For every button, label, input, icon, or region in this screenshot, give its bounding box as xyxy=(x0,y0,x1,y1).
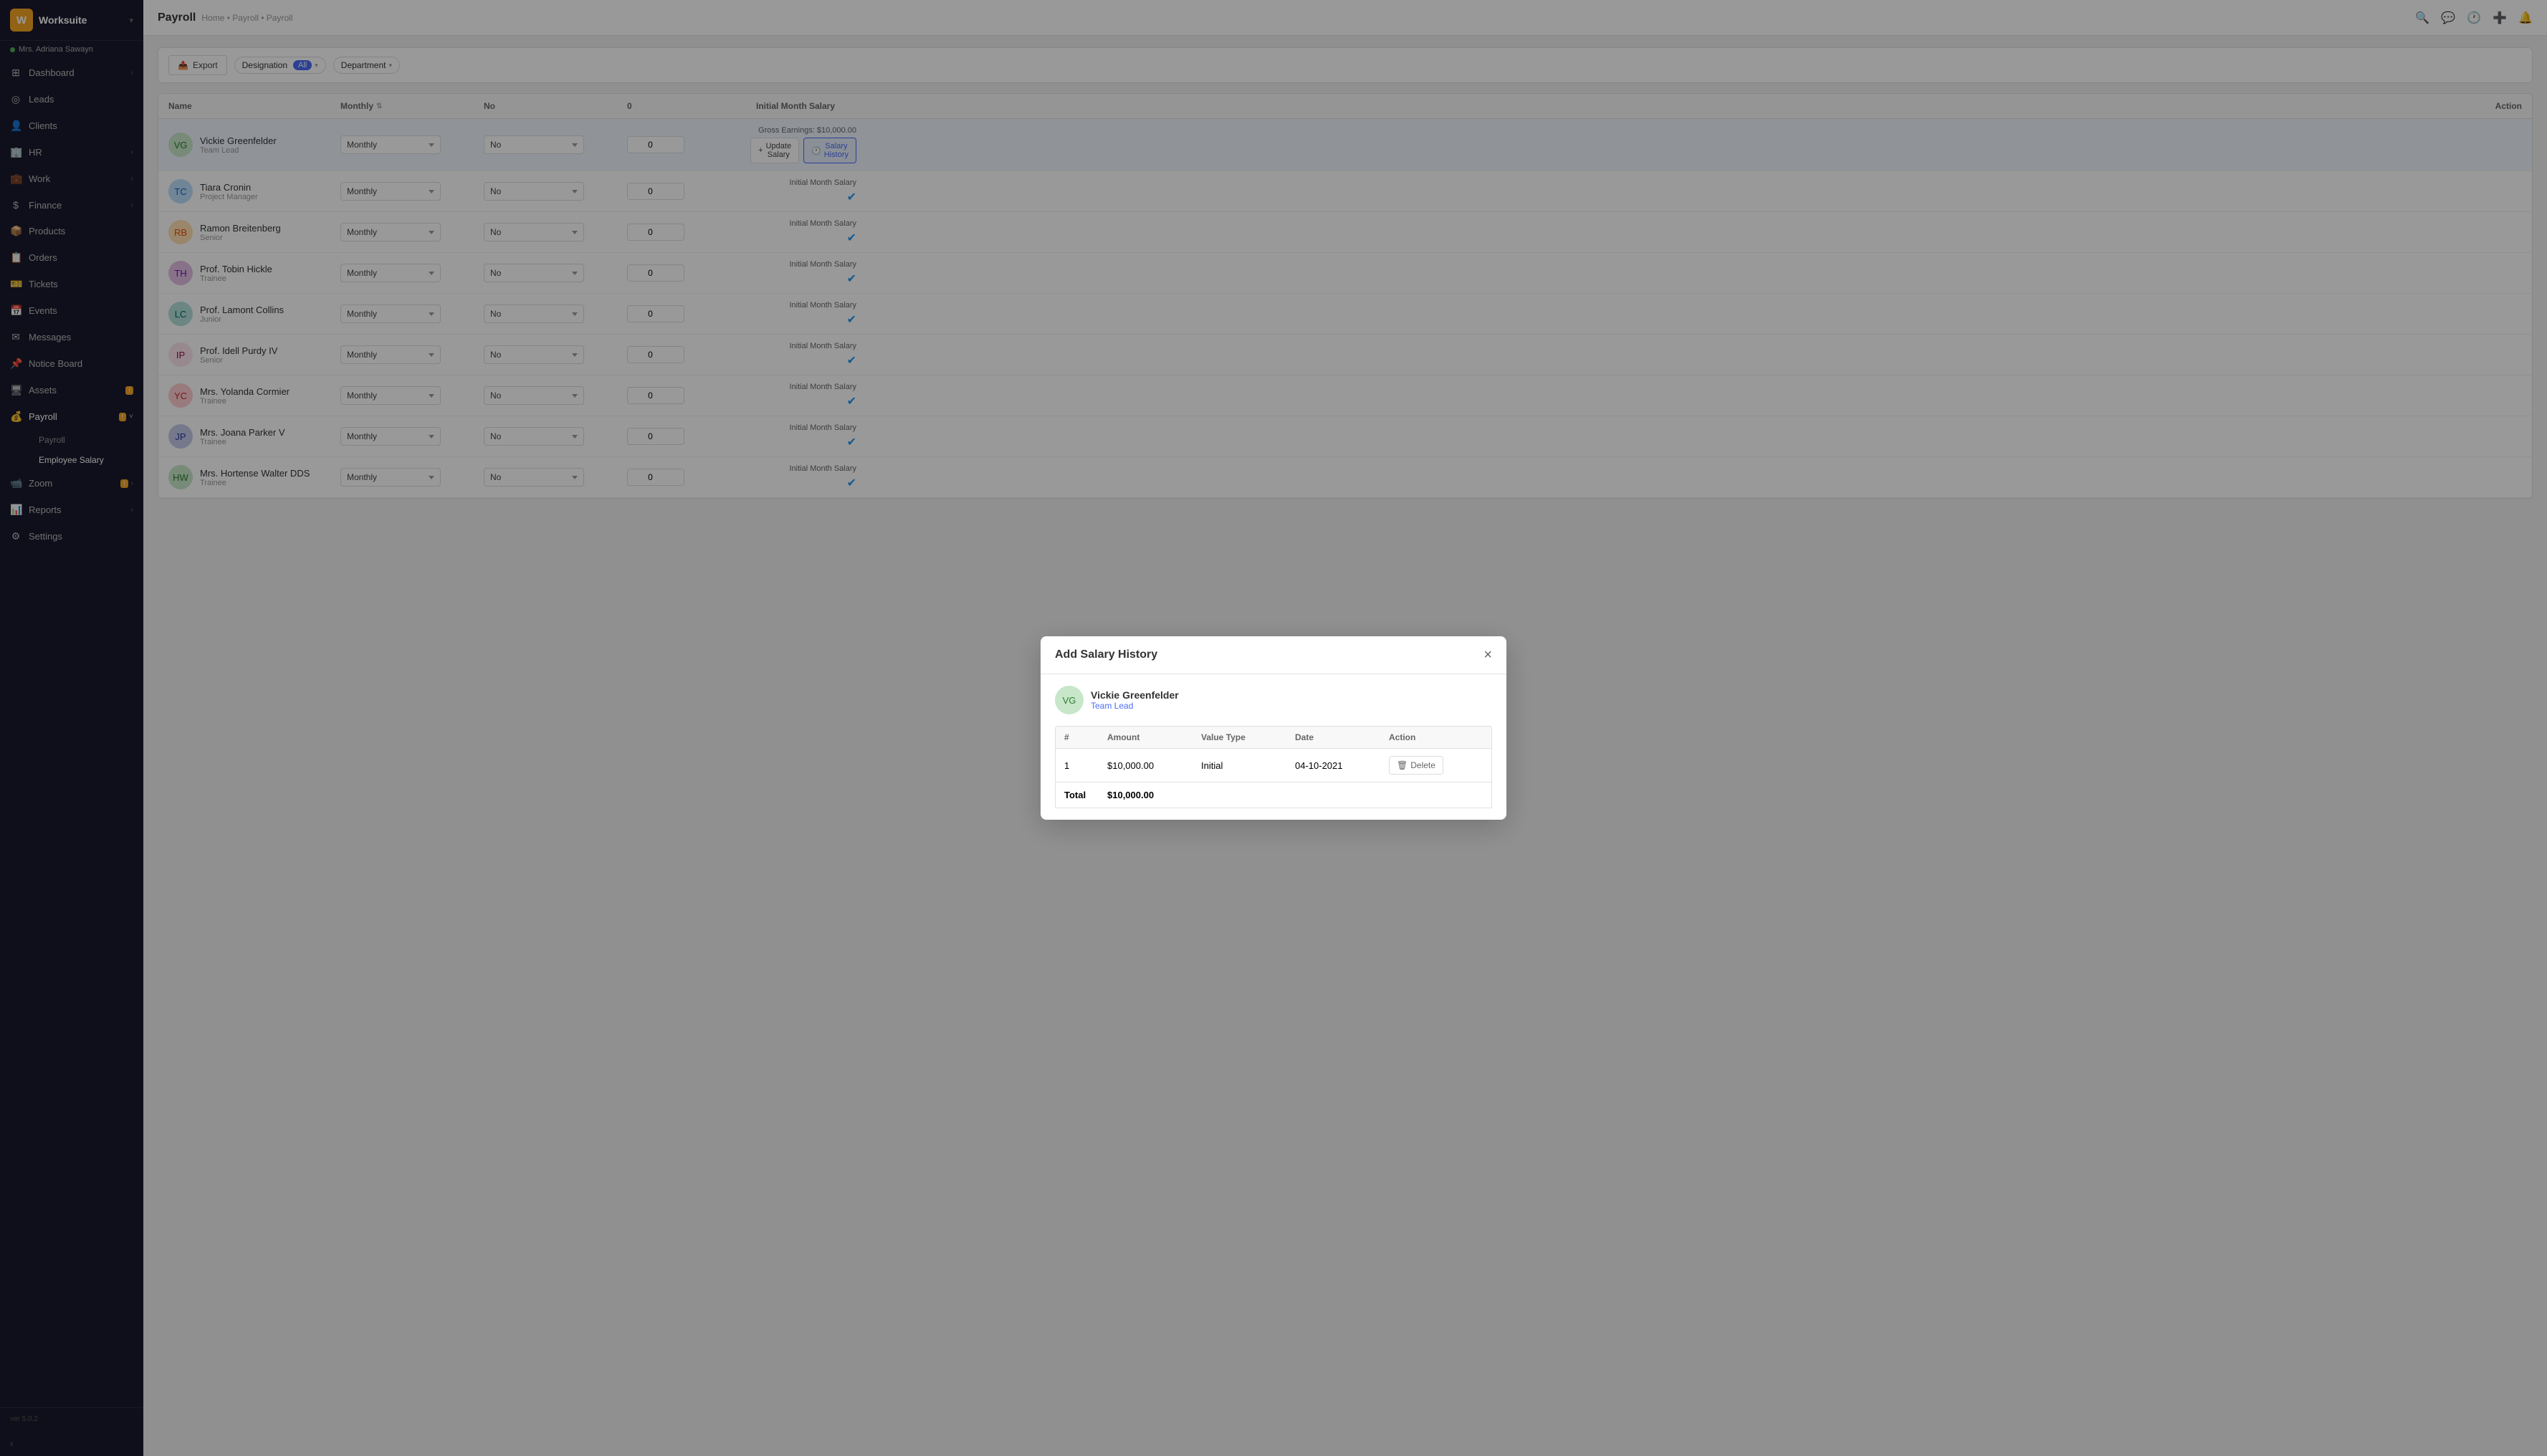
modal-table-data-row: 1 $10,000.00 Initial 04-10-2021 🗑 Delete xyxy=(1055,749,1492,782)
modal-row-action: 🗑 Delete xyxy=(1389,756,1483,775)
modal-row-amount: $10,000.00 xyxy=(1107,760,1201,771)
modal-row-date: 04-10-2021 xyxy=(1295,760,1389,771)
modal-user-name: Vickie Greenfelder xyxy=(1091,689,1179,701)
modal-col-date: Date xyxy=(1295,732,1389,742)
modal-row-num: 1 xyxy=(1064,760,1107,771)
delete-button[interactable]: 🗑 Delete xyxy=(1389,756,1443,775)
modal-close-button[interactable]: × xyxy=(1483,648,1492,662)
modal-table-header: # Amount Value Type Date Action xyxy=(1055,726,1492,749)
modal-user-avatar: VG xyxy=(1055,686,1084,714)
modal-user-role: Team Lead xyxy=(1091,701,1179,711)
modal-overlay[interactable]: Add Salary History × VG Vickie Greenfeld… xyxy=(0,0,2547,1456)
modal-col-amount: Amount xyxy=(1107,732,1201,742)
modal-header: Add Salary History × xyxy=(1041,636,1506,674)
modal-title: Add Salary History xyxy=(1055,648,1157,661)
modal-user-info: VG Vickie Greenfelder Team Lead xyxy=(1055,686,1492,714)
modal-body: VG Vickie Greenfelder Team Lead # Amount… xyxy=(1041,674,1506,820)
modal-total-amount: $10,000.00 xyxy=(1107,790,1201,800)
modal-row-value-type: Initial xyxy=(1201,760,1295,771)
trash-icon: 🗑 xyxy=(1397,760,1408,770)
salary-history-modal: Add Salary History × VG Vickie Greenfeld… xyxy=(1041,636,1506,820)
modal-col-action: Action xyxy=(1389,732,1483,742)
modal-col-num: # xyxy=(1064,732,1107,742)
modal-total-row: Total $10,000.00 xyxy=(1055,782,1492,808)
modal-total-label: Total xyxy=(1064,790,1107,800)
modal-col-value-type: Value Type xyxy=(1201,732,1295,742)
